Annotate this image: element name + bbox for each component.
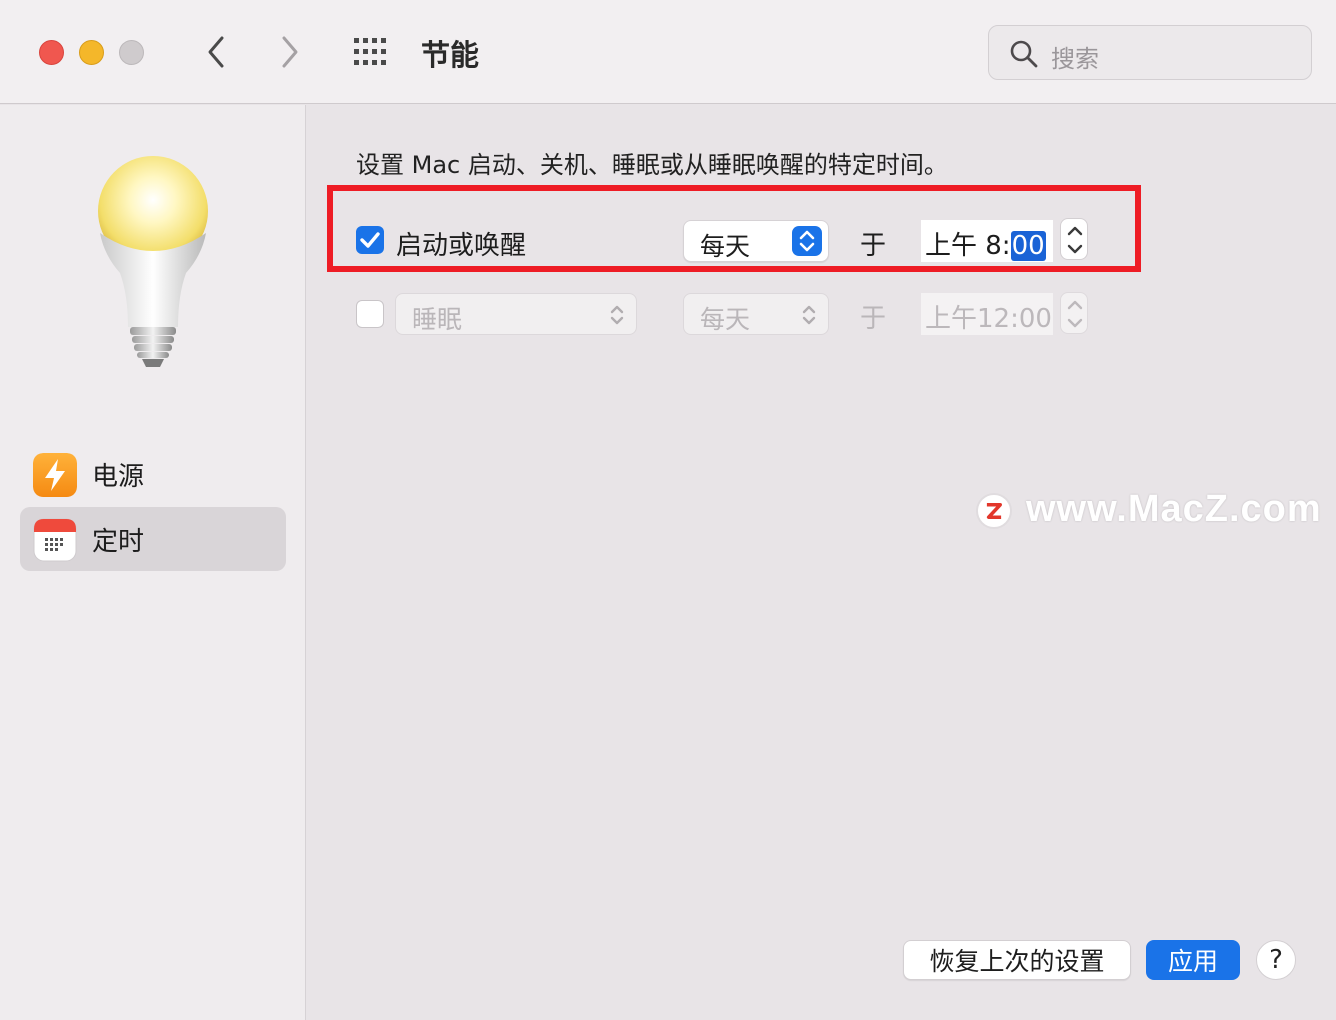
forward-button[interactable] xyxy=(270,30,310,74)
close-window-button[interactable] xyxy=(39,40,64,65)
window-titlebar: 节能 搜索 xyxy=(0,0,1336,104)
wake-checkbox[interactable] xyxy=(356,226,384,254)
wake-label: 启动或唤醒 xyxy=(396,231,527,261)
up-down-chevron-icon xyxy=(799,230,815,252)
stepper-icon xyxy=(1067,226,1083,254)
minimize-window-button[interactable] xyxy=(79,40,104,65)
wake-time-prefix: 上午 8: xyxy=(925,231,1011,261)
sleep-type-value: 睡眠 xyxy=(412,305,463,334)
sidebar-item-label: 电源 xyxy=(92,462,145,492)
sidebar: 电源 定时 xyxy=(0,105,306,1020)
watermark-text: www.MacZ.com xyxy=(1026,488,1322,530)
search-field[interactable]: 搜索 xyxy=(988,25,1312,80)
grid-icon xyxy=(354,38,386,65)
window-title: 节能 xyxy=(421,38,480,72)
wake-time-field[interactable]: 上午 8:00 xyxy=(921,220,1053,262)
search-placeholder: 搜索 xyxy=(1051,45,1099,73)
sleep-type-popup[interactable]: 睡眠 xyxy=(395,293,637,335)
stepper-icon xyxy=(1067,300,1083,328)
show-all-button[interactable] xyxy=(352,36,392,68)
wake-at-label: 于 xyxy=(860,231,887,261)
wake-frequency-value: 每天 xyxy=(700,232,751,261)
up-down-chevron-icon xyxy=(802,305,816,325)
sidebar-item-power[interactable]: 电源 xyxy=(20,442,286,506)
sidebar-item-label: 定时 xyxy=(92,527,145,557)
zoom-window-button[interactable] xyxy=(119,40,144,65)
search-icon xyxy=(1010,40,1038,68)
macz-logo-icon xyxy=(976,493,1012,529)
sidebar-item-schedule[interactable]: 定时 xyxy=(20,507,286,571)
wake-time-stepper[interactable] xyxy=(1060,218,1088,260)
apply-button[interactable]: 应用 xyxy=(1146,940,1240,980)
chevron-left-icon xyxy=(208,36,224,68)
sleep-time-field[interactable]: 上午12:00 xyxy=(921,293,1053,335)
popup-arrows xyxy=(792,226,822,256)
sleep-frequency-popup[interactable]: 每天 xyxy=(683,293,829,335)
back-button[interactable] xyxy=(196,30,236,74)
up-down-chevron-icon xyxy=(610,305,624,325)
sleep-at-label: 于 xyxy=(860,304,887,334)
sleep-time-value: 上午12:00 xyxy=(925,304,1052,334)
help-button[interactable]: ? xyxy=(1256,940,1296,980)
wake-time-minutes[interactable]: 00 xyxy=(1010,231,1046,261)
sleep-checkbox[interactable] xyxy=(356,300,384,328)
watermark: www.MacZ.com xyxy=(976,488,1321,536)
schedule-description: 设置 Mac 启动、关机、睡眠或从睡眠唤醒的特定时间。 xyxy=(356,151,948,179)
revert-settings-button[interactable]: 恢复上次的设置 xyxy=(903,940,1131,980)
sleep-time-stepper[interactable] xyxy=(1060,292,1088,334)
checkmark-icon xyxy=(360,232,380,248)
sleep-frequency-value: 每天 xyxy=(700,305,751,334)
lightbulb-icon xyxy=(98,156,208,367)
calendar-icon xyxy=(33,518,77,562)
chevron-right-icon xyxy=(282,36,298,68)
wake-frequency-popup[interactable]: 每天 xyxy=(683,220,829,262)
lightning-icon xyxy=(33,453,77,497)
